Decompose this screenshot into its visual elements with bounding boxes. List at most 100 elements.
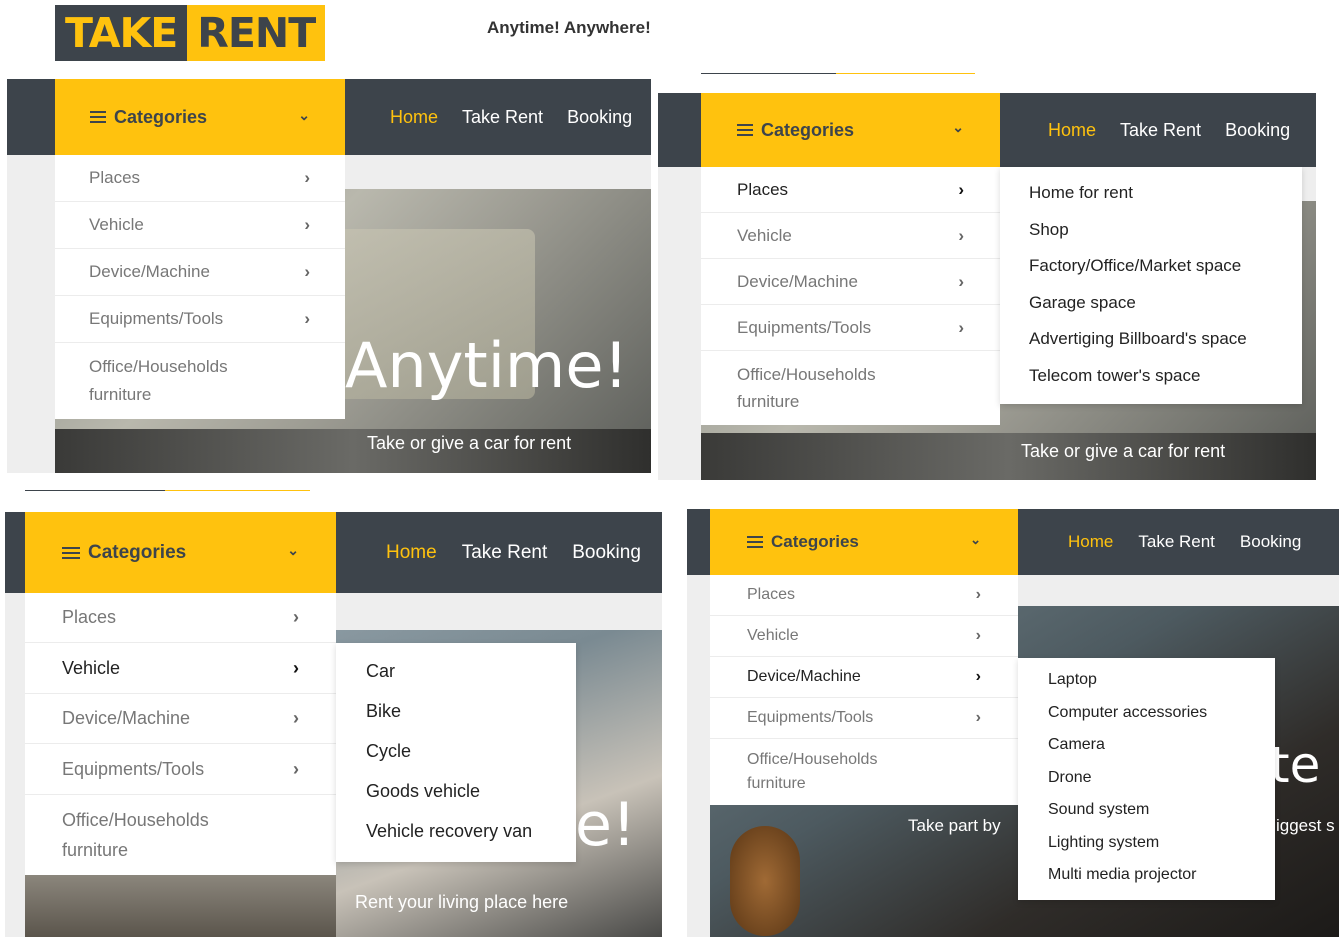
submenu-item[interactable]: Sound system: [1048, 801, 1275, 834]
submenu-item[interactable]: Drone: [1048, 769, 1275, 802]
category-office-furniture[interactable]: Office/Households furniture: [25, 795, 336, 875]
submenu-item[interactable]: Computer accessories: [1048, 704, 1275, 737]
submenu-item[interactable]: Laptop: [1048, 671, 1275, 704]
submenu-item[interactable]: Multi media projector: [1048, 866, 1275, 899]
submenu-item[interactable]: Camera: [1048, 736, 1275, 769]
categories-toggle[interactable]: Categories ⌄: [25, 512, 336, 593]
building-lower: [25, 870, 336, 937]
category-label: Device/Machine: [89, 262, 210, 281]
category-vehicle[interactable]: Vehicle ›: [710, 616, 1018, 657]
hero-subtitle-right: iggest s: [1276, 816, 1335, 835]
chevron-right-icon: ›: [293, 758, 299, 779]
guitar-shape: [730, 826, 800, 936]
nav-home[interactable]: Home: [1048, 120, 1096, 141]
category-device-machine[interactable]: Device/Machine ›: [701, 259, 1000, 305]
category-label: Device/Machine: [747, 668, 861, 685]
category-label: Vehicle: [737, 225, 792, 245]
main-nav: Home Take Rent Booking: [1068, 509, 1301, 575]
device-submenu: Laptop Computer accessories Camera Drone…: [1018, 658, 1275, 900]
category-vehicle[interactable]: Vehicle ›: [25, 643, 336, 694]
submenu-item[interactable]: Garage space: [1029, 293, 1302, 330]
category-device-machine[interactable]: Device/Machine ›: [55, 249, 345, 296]
submenu-item[interactable]: Advertiging Billboard's space: [1029, 329, 1302, 366]
submenu-item[interactable]: Factory/Office/Market space: [1029, 256, 1302, 293]
submenu-item[interactable]: Shop: [1029, 220, 1302, 257]
category-list: Places › Vehicle › Device/Machine › Equipme…: [25, 593, 336, 875]
submenu-item[interactable]: Cycle: [366, 741, 576, 781]
nav-booking[interactable]: Booking: [567, 107, 632, 128]
categories-toggle[interactable]: Categories ⌄: [55, 79, 345, 155]
category-label: Places: [62, 607, 117, 627]
hamburger-icon: [747, 533, 763, 551]
nav-home[interactable]: Home: [386, 542, 437, 564]
category-label: Equipments/Tools: [62, 758, 205, 779]
category-office-furniture[interactable]: Office/Households furniture: [710, 739, 1018, 805]
categories-toggle[interactable]: Categories ⌄: [701, 93, 1000, 167]
chevron-right-icon: ›: [958, 225, 964, 245]
vehicle-submenu: Car Bike Cycle Goods vehicle Vehicle rec…: [336, 643, 576, 862]
submenu-item[interactable]: Goods vehicle: [366, 781, 576, 821]
category-device-machine[interactable]: Device/Machine ›: [710, 657, 1018, 698]
category-label: Device/Machine: [737, 271, 858, 291]
nav-booking[interactable]: Booking: [572, 542, 641, 564]
screenshot-collage: TAKE RENT Anytime! Anywhere! Anytime! Ta…: [0, 0, 1339, 937]
category-office-furniture[interactable]: Office/Households furniture: [55, 343, 345, 419]
category-places[interactable]: Places ›: [55, 155, 345, 202]
hamburger-icon: [737, 121, 753, 139]
chevron-right-icon: ›: [975, 668, 981, 685]
category-list: Places › Vehicle › Device/Machine › Equipme…: [701, 167, 1000, 425]
nav-booking[interactable]: Booking: [1225, 120, 1290, 141]
divider: [836, 73, 975, 74]
nav-booking[interactable]: Booking: [1240, 532, 1301, 552]
chevron-right-icon: ›: [293, 607, 299, 627]
main-nav: Home Take Rent Booking: [386, 512, 641, 593]
chevron-right-icon: ›: [293, 708, 299, 728]
category-vehicle[interactable]: Vehicle ›: [701, 213, 1000, 259]
categories-toggle[interactable]: Categories ⌄: [710, 509, 1018, 575]
submenu-item[interactable]: Lighting system: [1048, 834, 1275, 867]
nav-home[interactable]: Home: [390, 107, 438, 128]
submenu-item[interactable]: Car: [366, 661, 576, 701]
hero-title: Anytime!: [345, 329, 629, 402]
category-places[interactable]: Places ›: [710, 575, 1018, 616]
panel-vehicle-open: e! Rent your living place here Categorie…: [5, 512, 662, 937]
submenu-item[interactable]: Telecom tower's space: [1029, 366, 1302, 403]
hero-title: e!: [575, 790, 636, 860]
chevron-right-icon: ›: [958, 179, 964, 199]
category-label: Places: [89, 168, 141, 187]
chevron-right-icon: ›: [975, 709, 981, 726]
nav-home[interactable]: Home: [1068, 532, 1113, 552]
submenu-item[interactable]: Bike: [366, 701, 576, 741]
nav-take-rent[interactable]: Take Rent: [462, 542, 548, 564]
tagline: Anytime! Anywhere!: [487, 18, 651, 37]
category-equipments-tools[interactable]: Equipments/Tools ›: [25, 744, 336, 795]
chevron-right-icon: ›: [975, 627, 981, 644]
category-device-machine[interactable]: Device/Machine ›: [25, 694, 336, 744]
category-equipments-tools[interactable]: Equipments/Tools ›: [710, 698, 1018, 739]
category-equipments-tools[interactable]: Equipments/Tools ›: [701, 305, 1000, 351]
take-rent-logo[interactable]: TAKE RENT: [55, 5, 326, 61]
category-label: Office/Households furniture: [737, 365, 876, 411]
hamburger-icon: [90, 108, 106, 126]
submenu-item[interactable]: Vehicle recovery van: [366, 821, 576, 861]
category-list: Places › Vehicle › Device/Machine › Equipme…: [55, 155, 345, 419]
categories-label: Categories: [114, 106, 208, 127]
category-places[interactable]: Places ›: [25, 593, 336, 643]
categories-label: Categories: [771, 532, 859, 551]
categories-label: Categories: [761, 119, 855, 140]
category-places[interactable]: Places ›: [701, 167, 1000, 213]
panel-device-open: te Take part by iggest s Categories ⌄ Ho…: [687, 509, 1339, 937]
category-vehicle[interactable]: Vehicle ›: [55, 202, 345, 249]
category-equipments-tools[interactable]: Equipments/Tools ›: [55, 296, 345, 343]
divider: [25, 490, 165, 491]
nav-take-rent[interactable]: Take Rent: [1138, 532, 1215, 552]
category-office-furniture[interactable]: Office/Households furniture: [701, 351, 1000, 425]
category-label: Office/Households furniture: [62, 810, 209, 860]
nav-take-rent[interactable]: Take Rent: [1120, 120, 1201, 141]
nav-take-rent[interactable]: Take Rent: [462, 107, 543, 128]
chevron-down-icon: ⌄: [298, 107, 310, 123]
hero-title: te: [1270, 736, 1321, 794]
chevron-right-icon: ›: [975, 586, 981, 603]
category-label: Device/Machine: [62, 708, 191, 728]
submenu-item[interactable]: Home for rent: [1029, 183, 1302, 220]
